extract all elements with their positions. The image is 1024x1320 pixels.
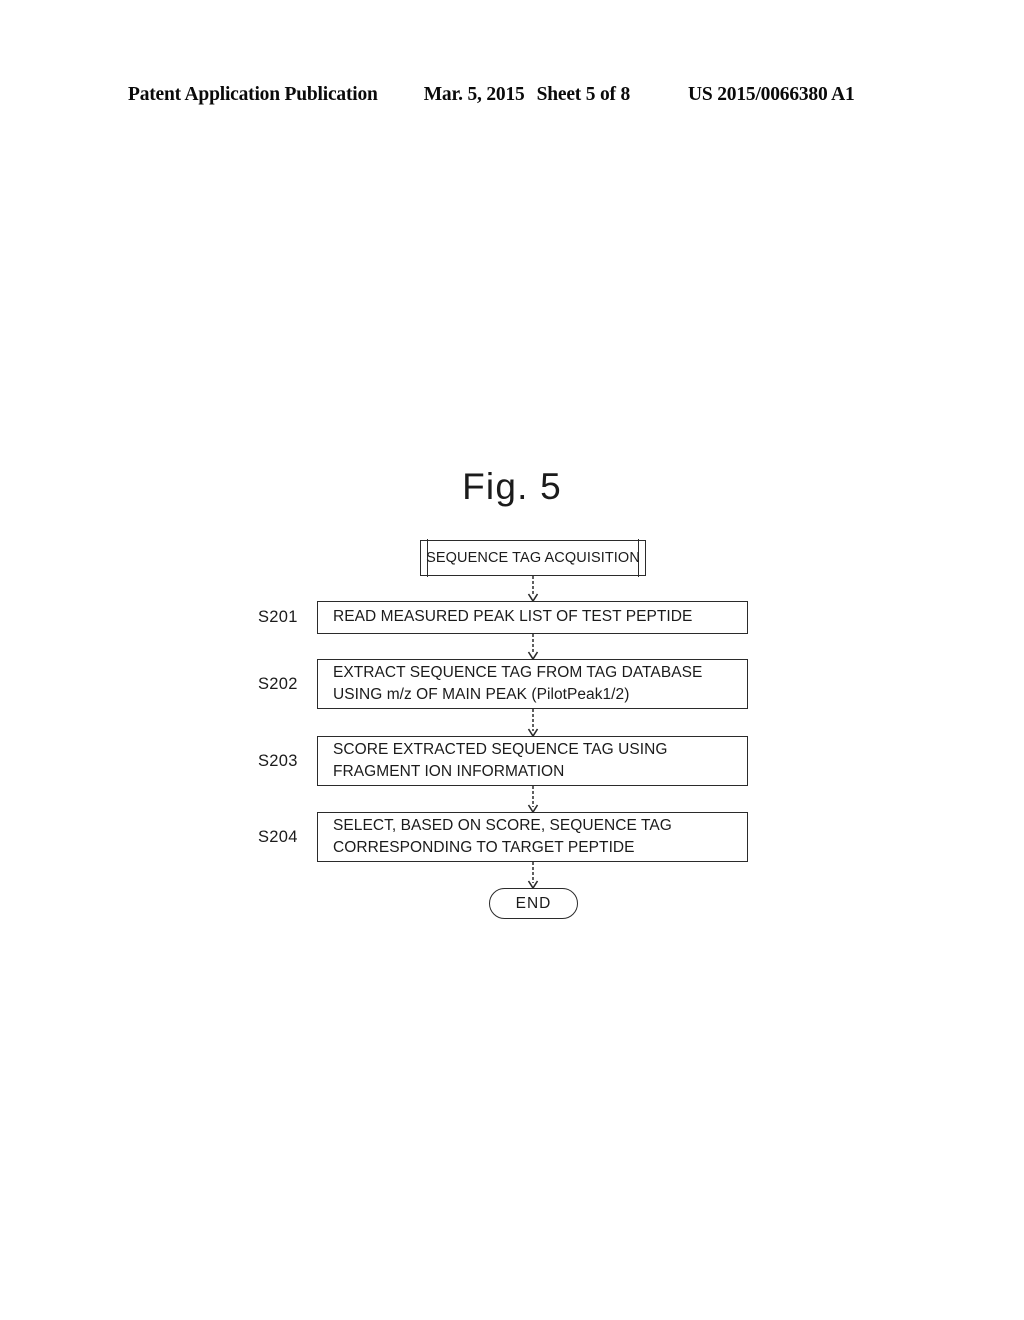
figure-flowchart: Fig. 5 SEQUENCE TAG ACQUISITION S201 REA… (0, 0, 1024, 1320)
flowchart-node-sequence-tag-acquisition: SEQUENCE TAG ACQUISITION (420, 539, 646, 577)
connector-arrow-s201-to-s202 (524, 634, 542, 661)
flowchart-node-s202: EXTRACT SEQUENCE TAG FROM TAG DATABASE U… (317, 659, 748, 709)
connector-arrow-s202-to-s203 (524, 709, 542, 738)
step-label-s202: S202 (258, 675, 298, 693)
flowchart-node-s201: READ MEASURED PEAK LIST OF TEST PEPTIDE (317, 601, 748, 634)
flowchart-node-end: END (489, 888, 578, 919)
connector-arrow-start-to-s201 (524, 576, 542, 603)
connector-arrow-s203-to-s204 (524, 786, 542, 814)
step-label-s203: S203 (258, 752, 298, 770)
flowchart-node-s203-text: SCORE EXTRACTED SEQUENCE TAG USING FRAGM… (333, 740, 668, 780)
subroutine-inner-frame: SEQUENCE TAG ACQUISITION (426, 539, 640, 577)
connector-arrow-s204-to-end (524, 862, 542, 890)
subroutine-label: SEQUENCE TAG ACQUISITION (426, 550, 640, 566)
flowchart-node-s203: SCORE EXTRACTED SEQUENCE TAG USING FRAGM… (317, 736, 748, 786)
flowchart-node-end-text: END (515, 894, 552, 912)
flowchart-node-s204: SELECT, BASED ON SCORE, SEQUENCE TAG COR… (317, 812, 748, 862)
figure-title: Fig. 5 (462, 466, 562, 507)
flowchart-node-s201-text: READ MEASURED PEAK LIST OF TEST PEPTIDE (333, 608, 693, 626)
flowchart-node-s202-text: EXTRACT SEQUENCE TAG FROM TAG DATABASE U… (333, 663, 703, 703)
step-label-s204: S204 (258, 828, 298, 846)
flowchart-node-s204-text: SELECT, BASED ON SCORE, SEQUENCE TAG COR… (333, 816, 672, 856)
step-label-s201: S201 (258, 608, 298, 626)
